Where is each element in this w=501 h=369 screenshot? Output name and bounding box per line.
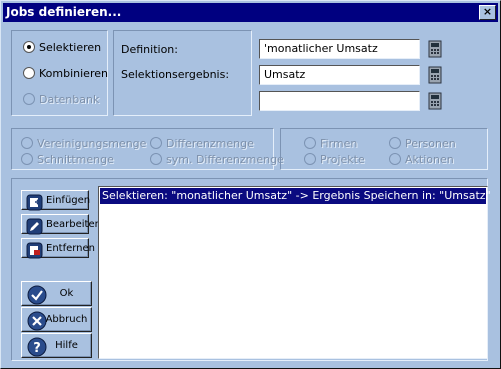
close-button[interactable]: × (479, 5, 496, 20)
radio-projekte-indicator (304, 153, 316, 165)
radio-personen: Personen (389, 136, 456, 152)
job-list-item[interactable]: Selektieren: "monatlicher Umsatz" -> Erg… (100, 188, 491, 204)
edit-button[interactable]: Bearbeiten (21, 214, 101, 235)
insert-button[interactable]: Einfügen (21, 190, 91, 211)
radio-sym-differenzmenge: sym. Differenzmenge (150, 152, 284, 168)
radio-sym-differenzmenge-label: sym. Differenzmenge (166, 153, 284, 166)
jobs-listbox[interactable]: Selektieren: "monatlicher Umsatz" -> Erg… (98, 186, 491, 359)
radio-projekte: Projekte (304, 152, 365, 168)
radio-datenbank-label: Datenbank (39, 93, 100, 106)
radio-selektieren[interactable]: Selektieren (23, 40, 101, 56)
radio-firmen-label: Firmen (320, 137, 358, 150)
insert-arrow-icon (26, 194, 43, 211)
jobs-dialog: Jobs definieren... × Selektieren Kombini… (0, 0, 501, 369)
radio-aktionen-label: Aktionen (405, 153, 454, 166)
edit-button-label: Bearbeiten (46, 218, 101, 230)
radio-vereinigungsmenge-indicator (21, 137, 33, 149)
radio-schnittmenge-indicator (21, 153, 33, 165)
calculator-icon[interactable] (428, 66, 442, 84)
cancel-button-label: Abbruch (45, 314, 88, 325)
help-button[interactable]: ? Hilfe (21, 333, 92, 358)
radio-personen-label: Personen (405, 137, 456, 150)
title-bar: Jobs definieren... × (3, 3, 498, 22)
cancel-button[interactable]: Abbruch (21, 307, 92, 332)
radio-selektieren-indicator[interactable] (23, 41, 35, 53)
radio-kombinieren-label: Kombinieren (39, 67, 108, 80)
radio-kombinieren-indicator[interactable] (23, 67, 35, 79)
radio-schnittmenge: Schnittmenge (21, 152, 114, 168)
radio-differenzmenge-indicator (150, 137, 162, 149)
radio-personen-indicator (389, 137, 401, 149)
insert-button-label: Einfügen (46, 194, 91, 206)
radio-kombinieren[interactable]: Kombinieren (23, 66, 108, 82)
radio-differenzmenge: Differenzmenge (150, 136, 254, 152)
radio-vereinigungsmenge: Vereinigungsmenge (21, 136, 146, 152)
radio-datenbank: Datenbank (23, 92, 99, 108)
radio-sym-differenzmenge-indicator (150, 153, 162, 165)
ok-button-label: Ok (59, 288, 74, 299)
help-button-label: Hilfe (55, 340, 78, 351)
result-label: Selektionsergebnis: (121, 68, 230, 81)
radio-firmen-indicator (304, 137, 316, 149)
radio-aktionen-indicator (389, 153, 401, 165)
result-input[interactable]: Umsatz (259, 65, 420, 85)
remove-button-label: Entfernen (46, 242, 96, 254)
radio-datenbank-indicator (23, 93, 35, 105)
pencil-icon (26, 218, 43, 235)
radio-selektieren-label: Selektieren (39, 41, 102, 54)
radio-schnittmenge-label: Schnittmenge (37, 153, 114, 166)
radio-firmen: Firmen (304, 136, 357, 152)
definition-input[interactable]: 'monatlicher Umsatz (259, 39, 420, 59)
eraser-icon (26, 242, 43, 259)
radio-projekte-label: Projekte (320, 153, 365, 166)
window-title: Jobs definieren... (6, 5, 122, 19)
remove-button[interactable]: Entfernen (21, 238, 95, 259)
radio-vereinigungsmenge-label: Vereinigungsmenge (37, 137, 147, 150)
calculator-icon[interactable] (428, 40, 442, 58)
radio-aktionen: Aktionen (389, 152, 454, 168)
calculator-icon[interactable] (428, 92, 442, 110)
ok-button[interactable]: Ok (21, 281, 92, 306)
definition-label: Definition: (121, 43, 178, 56)
third-input[interactable] (259, 91, 420, 111)
radio-differenzmenge-label: Differenzmenge (166, 137, 254, 150)
